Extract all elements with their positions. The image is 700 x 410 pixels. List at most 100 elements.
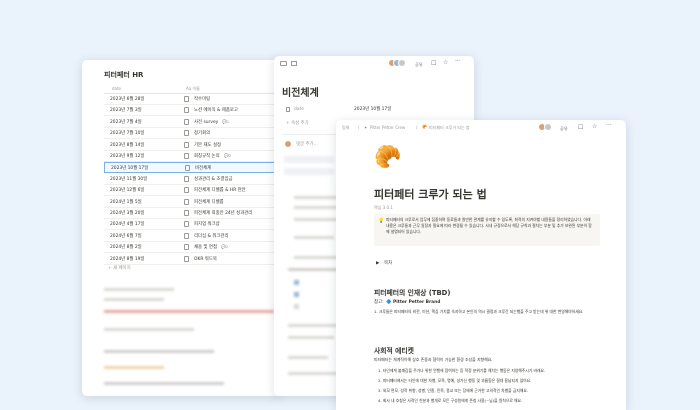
comment-count: 💬2 xyxy=(224,153,232,158)
table-row[interactable]: 2023년 6월 28일 작수미팅 xyxy=(104,94,280,105)
row-name[interactable]: 비전체계 xyxy=(195,165,211,171)
page-title: 비전체계 xyxy=(282,88,319,99)
row-date: 2023년 8월 14일 xyxy=(110,142,145,148)
section1-list-item: 1. 크루들은 피터페터의 비전, 미션, 핵심 가치를 숙지하고 본인의 역시… xyxy=(374,309,584,314)
avatar xyxy=(284,140,292,148)
star-icon[interactable]: ☆ xyxy=(443,59,448,66)
new-page-button[interactable]: + 새 페이지 xyxy=(108,266,131,272)
breadcrumb-item[interactable]: 팀체 xyxy=(342,125,349,131)
star-icon[interactable]: ☆ xyxy=(592,123,597,130)
comment-count: 💬2 xyxy=(221,244,229,250)
row-name[interactable]: 리더십 & 워크관리 xyxy=(194,233,229,239)
table-row[interactable]: 2023년 10월 17일 비전체계 xyxy=(104,162,280,174)
reference-prefix: 참고: xyxy=(374,300,384,305)
page-icon xyxy=(184,198,189,205)
comment-input[interactable]: 댓글 추가... xyxy=(296,142,318,148)
page-icon xyxy=(184,130,189,137)
database-title: 피터페터 HR xyxy=(104,71,144,79)
row-name[interactable]: 회칭규칙 논의 xyxy=(194,153,220,159)
page-icon xyxy=(184,255,189,262)
row-date: 2023년 7월 3일 xyxy=(110,108,142,114)
row-name[interactable]: 피전체계 디벨롭 & HR 현안 xyxy=(194,187,246,193)
list-item: 3. 외모 면모, 성적 취향, 성별, 인종, 민족, 종교 또는 장애에 근… xyxy=(378,388,529,393)
row-name[interactable]: 기본 재도 설정 xyxy=(194,142,221,148)
row-name[interactable]: 성과관리 & 조결임금 xyxy=(194,176,233,182)
page-icon xyxy=(185,165,190,172)
reference-link-icon: 🔷 xyxy=(386,300,392,305)
page-icon xyxy=(184,141,189,148)
row-name[interactable]: 피지업 워크샵 xyxy=(194,221,220,227)
comment-icon[interactable]: ☐ xyxy=(578,124,583,131)
comment-count: 💬1 xyxy=(222,118,230,124)
calendar-icon xyxy=(286,107,290,112)
reference-link[interactable]: Pitter Petter Brand xyxy=(393,300,440,306)
breadcrumb-item[interactable]: 피터페터 크루가 되는 법 xyxy=(429,125,470,131)
table-row[interactable]: 2023년 9월 12일 회칭규칙 논의 💬2 xyxy=(104,151,280,162)
callout-text: 피터페터의 크루로서 업무에 집중하며 동료들과 원만한 관계를 유지할 수 있… xyxy=(386,217,592,235)
row-name[interactable]: OKR 워드북 xyxy=(194,256,217,262)
toc-toggle[interactable]: 목차 xyxy=(384,261,392,267)
page-icon xyxy=(184,107,189,114)
row-date: 2023년 12월 6일 xyxy=(110,188,145,194)
table-row[interactable]: 2024년 3월 20일 피전체계 최종안 24년 성과관리 xyxy=(104,208,280,219)
more-icon[interactable]: ··· xyxy=(606,122,612,129)
section-heading: 사회적 에티켓 xyxy=(374,347,414,355)
lightbulb-icon: 💡 xyxy=(378,218,385,224)
row-date: 2023년 7월 4일 xyxy=(110,119,142,125)
row-date: 2023년 9월 12일 xyxy=(110,154,145,159)
table-row[interactable]: 2024년 1월 5일 피전체계 디벨롭 xyxy=(104,197,280,208)
share-button[interactable]: 공유 xyxy=(560,126,568,132)
page-icon xyxy=(184,187,189,194)
row-name[interactable]: 피전체계 최종안 24년 성과관리 xyxy=(194,210,252,216)
share-button[interactable]: 공유 xyxy=(415,62,423,68)
table-row[interactable]: 2023년 7월 10일 정기회의 xyxy=(104,128,280,140)
property-date-value[interactable]: 2023년 10월 17일 xyxy=(354,107,391,113)
section-heading: 피터페터의 인재상 (TBD) xyxy=(374,289,451,297)
row-name[interactable]: 사전 survey xyxy=(194,119,218,125)
hr-database-window: 피터페터 HR date Aa 이름 2023년 6월 28일 작수미팅 2023년… xyxy=(82,60,280,396)
breadcrumb-separator: / xyxy=(358,125,360,130)
page-icon xyxy=(184,232,189,239)
table-row[interactable]: 2023년 11월 30일 성과관리 & 조결임금 xyxy=(104,174,280,185)
row-date: 2024년 4월 17일 xyxy=(110,222,145,228)
list-item: 4. 회사 내 호칭은 사적인 친분과 별개로 모든 구성원에게 존칭 사용(~… xyxy=(378,398,523,403)
list-item: 2. 피터페터에서는 타인에 대한 차별, 모욕, 명예, 성가신 행동 및 괴… xyxy=(378,378,532,383)
comment-icon[interactable]: ☐ xyxy=(431,60,436,67)
column-header-name[interactable]: Aa 이름 xyxy=(186,86,200,92)
avatar[interactable] xyxy=(544,123,552,131)
crew-guide-window: 팀체 / ✦ Pitter Petter Crew / 🥐 피터페터 크루가 되… xyxy=(336,120,626,410)
page-icon xyxy=(184,210,189,216)
toggle-arrow-icon[interactable]: ▶ xyxy=(376,261,379,267)
page-emoji-icon[interactable]: 🥐 xyxy=(374,146,401,170)
row-name[interactable]: 작수미팅 xyxy=(194,96,210,102)
avatar[interactable] xyxy=(398,59,406,67)
table-row[interactable]: 2023년 8월 14일 기본 재도 설정 xyxy=(104,140,280,151)
table-row[interactable]: 2023년 12월 6일 피전체계 디벨롭 & HR 현안 xyxy=(104,185,280,197)
row-name[interactable]: 노션 에이직 & 제품로고 xyxy=(194,107,238,113)
breadcrumb-item[interactable]: Pitter Petter Crew xyxy=(370,125,405,131)
table-row[interactable]: 2024년 8월 19일 OKR 워드북 xyxy=(104,254,280,265)
table-row[interactable]: 2023년 7월 3일 노션 에이직 & 제품로고 xyxy=(104,105,280,117)
row-date: 2024년 1월 5일 xyxy=(110,199,142,205)
row-date: 2023년 11월 30일 xyxy=(110,176,148,182)
row-name[interactable]: 채용 및 면접 xyxy=(194,244,217,250)
page-icon xyxy=(184,153,189,159)
add-property-button[interactable]: + 속성 추가 xyxy=(286,121,309,127)
more-icon[interactable]: ··· xyxy=(455,58,461,65)
table-row[interactable]: 2024년 4월 17일 피지업 워크샵 xyxy=(104,219,280,231)
row-name[interactable]: 정기회의 xyxy=(194,130,210,136)
page-icon xyxy=(184,118,189,125)
page-icon xyxy=(184,221,189,228)
column-header-date[interactable]: date xyxy=(112,86,121,92)
row-date: 2024년 6월 7일 xyxy=(110,233,142,239)
table-row[interactable]: 2023년 7월 4일 사전 survey 💬1 xyxy=(104,117,280,128)
expand-icon[interactable] xyxy=(280,61,287,66)
open-page-icon[interactable] xyxy=(291,61,297,66)
row-name[interactable]: 피전체계 디벨롭 xyxy=(194,199,224,205)
table-row[interactable]: 2024년 8월 2일 채용 및 면접 💬2 xyxy=(104,242,280,254)
table-row[interactable]: 2024년 6월 7일 리더십 & 워크관리 xyxy=(104,231,280,242)
page-icon xyxy=(184,96,189,102)
breadcrumb-separator: / xyxy=(416,125,418,130)
page-icon xyxy=(184,175,189,182)
row-date: 2023년 7월 10일 xyxy=(110,131,145,137)
